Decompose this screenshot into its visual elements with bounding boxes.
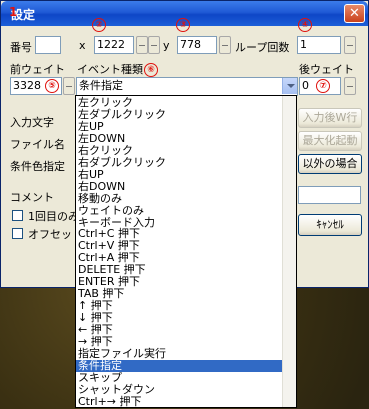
- loop-spin[interactable]: [344, 36, 356, 54]
- loop-count-label: ループ回数: [235, 41, 290, 54]
- pre-wait-spin[interactable]: [63, 77, 75, 95]
- post-wait-spin[interactable]: [344, 77, 356, 95]
- dropdown-option[interactable]: 右ダブルクリック: [76, 156, 284, 169]
- condition-color-label: 条件色指定: [10, 160, 65, 173]
- input-text-label: 入力文字: [10, 116, 54, 129]
- marker-1: 1: [9, 5, 18, 19]
- pre-wait-label: 前ウェイト: [10, 63, 65, 76]
- dropdown-option[interactable]: 右DOWN: [76, 180, 284, 193]
- x-spin-up[interactable]: [148, 36, 160, 54]
- input-wait-button[interactable]: 入力後W行: [298, 108, 362, 128]
- close-button[interactable]: ✕: [344, 4, 365, 23]
- marker-5: ⑤: [45, 79, 59, 93]
- x-label: x: [79, 39, 86, 52]
- dropdown-option[interactable]: シャットダウン: [76, 383, 284, 396]
- file-name-label: ファイル名: [10, 138, 65, 151]
- except-case-button[interactable]: 以外の場合: [298, 154, 362, 174]
- dropdown-option[interactable]: 移動のみ: [76, 192, 284, 205]
- pre-wait-value: 3328: [13, 79, 41, 92]
- marker-4: ④: [298, 18, 312, 32]
- maximize-launch-button[interactable]: 最大化起動: [298, 131, 362, 151]
- y-spin[interactable]: [219, 36, 231, 54]
- loop-count-field[interactable]: 1: [297, 36, 341, 54]
- offset-checkbox[interactable]: [12, 228, 23, 239]
- x-field[interactable]: 1222: [94, 36, 134, 54]
- x-spin-down[interactable]: [136, 36, 148, 54]
- dropdown-option[interactable]: Ctrl+→ 押下: [76, 395, 284, 407]
- chevron-down-icon[interactable]: [282, 78, 297, 94]
- dropdown-scrollbar[interactable]: [282, 96, 296, 407]
- y-label: y: [163, 39, 170, 52]
- event-type-select[interactable]: 条件指定: [76, 77, 298, 96]
- cancel-button[interactable]: ｷｬﾝｾﾙ: [298, 214, 362, 236]
- marker-7: ⑦: [316, 79, 330, 93]
- first-only-checkbox[interactable]: [12, 210, 23, 221]
- close-icon: ✕: [349, 6, 360, 21]
- event-type-dropdown-list[interactable]: 左クリック 左ダブルクリック 左UP 左DOWN 右クリック 右ダブルクリック 右UP 右DO…: [75, 95, 297, 408]
- y-field[interactable]: 778: [177, 36, 217, 54]
- dropdown-option[interactable]: 右クリック: [76, 144, 284, 157]
- number-field[interactable]: [35, 36, 61, 54]
- dropdown-option[interactable]: 右UP: [76, 168, 284, 181]
- first-only-label: 1回目のみ: [28, 210, 79, 223]
- dropdown-option[interactable]: 左ダブルクリック: [76, 108, 284, 121]
- marker-3: ③: [176, 18, 190, 32]
- event-type-label: イベント種類: [77, 63, 143, 76]
- number-label: 番号: [10, 41, 32, 54]
- comment-label: コメント: [10, 191, 54, 204]
- marker-2: ②: [92, 18, 106, 32]
- comment-field[interactable]: [298, 186, 361, 204]
- event-type-value: 条件指定: [79, 79, 123, 92]
- post-wait-label: 後ウェイト: [299, 63, 354, 76]
- marker-6: ⑥: [144, 63, 158, 77]
- dropdown-option[interactable]: ウェイトのみ: [76, 204, 284, 217]
